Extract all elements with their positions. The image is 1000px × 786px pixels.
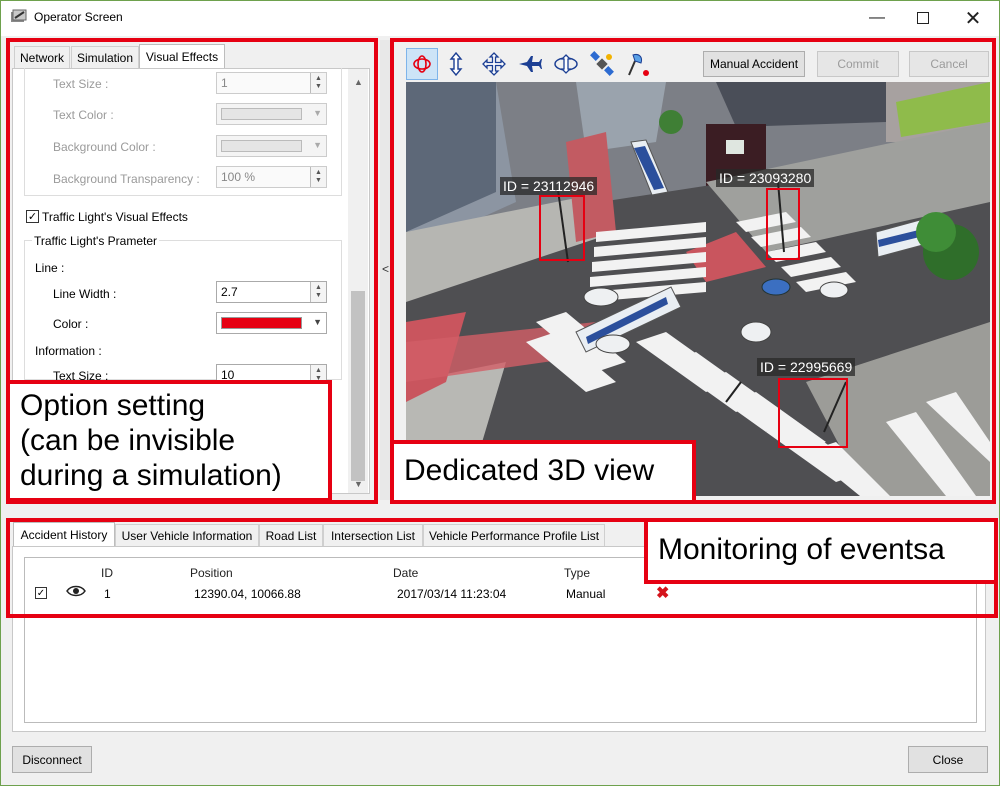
minimize-button[interactable]: — xyxy=(854,0,900,36)
maximize-button[interactable] xyxy=(900,0,946,36)
app-icon xyxy=(10,9,28,25)
callout-line: during a simulation) xyxy=(20,459,282,492)
callout-line: (can be invisible xyxy=(20,424,236,457)
monitoring-callout: Monitoring of eventsa xyxy=(644,518,998,584)
title-bar xyxy=(0,0,1000,36)
option-setting-callout: Option setting (can be invisible during … xyxy=(6,380,332,502)
callout-line: Option setting xyxy=(20,389,206,422)
close-icon: ✕ xyxy=(964,7,982,30)
3d-view-callout: Dedicated 3D view xyxy=(390,440,696,504)
close-window-button[interactable]: ✕ xyxy=(950,0,996,36)
maximize-icon xyxy=(917,12,929,24)
window-title: Operator Screen xyxy=(34,10,123,24)
3d-view-highlight xyxy=(390,38,996,504)
disconnect-button[interactable]: Disconnect xyxy=(12,746,92,773)
close-button[interactable]: Close xyxy=(908,746,988,773)
minimize-icon: — xyxy=(869,9,885,26)
collapse-arrow-icon[interactable]: < xyxy=(382,262,389,276)
